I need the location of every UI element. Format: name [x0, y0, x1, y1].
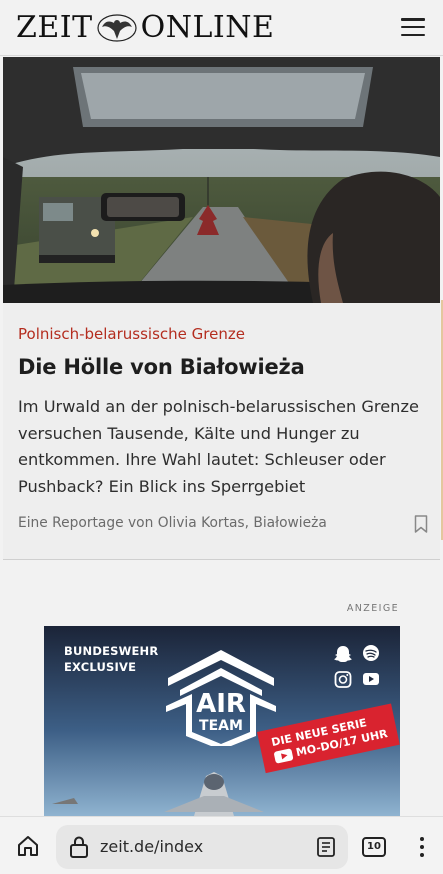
lock-icon[interactable]	[69, 836, 89, 858]
article-hero-image[interactable]	[3, 57, 440, 303]
youtube-play-icon	[273, 748, 294, 764]
tabs-icon[interactable]: 10	[362, 837, 386, 857]
url-text[interactable]: zeit.de/index	[100, 837, 203, 856]
ad-brand: BUNDESWEHR EXCLUSIVE	[64, 643, 158, 675]
logo-word-online: ONLINE	[140, 10, 275, 45]
address-bar[interactable]: zeit.de/index	[56, 825, 348, 869]
ad-brand-line1: BUNDESWEHR	[64, 644, 159, 658]
advertisement-banner[interactable]: BUNDESWEHR EXCLUSIVE AIR TEAM DIE NEUE S…	[44, 626, 400, 816]
instagram-icon	[334, 671, 352, 688]
eagle-emblem-icon	[97, 14, 137, 42]
youtube-icon	[363, 673, 379, 685]
ad-social-icons	[334, 645, 379, 688]
article-teaser-text[interactable]: Im Urwald an der polnisch-belarussischen…	[18, 394, 423, 500]
article-kicker[interactable]: Polnisch-belarussische Grenze	[18, 325, 245, 343]
bookmark-icon[interactable]	[414, 515, 428, 533]
zeit-online-logo[interactable]: ZEIT ONLINE	[16, 10, 274, 46]
ad-label: ANZEIGE	[346, 603, 399, 614]
ad-emblem-bottom: TEAM	[199, 718, 243, 734]
reader-mode-icon[interactable]	[316, 836, 336, 858]
browser-toolbar: zeit.de/index 10	[0, 816, 443, 874]
snapchat-icon	[334, 646, 352, 662]
article-headline[interactable]: Die Hölle von Białowieża	[18, 355, 305, 379]
article-teaser-card[interactable]: Polnisch-belarussische Grenze Die Hölle …	[3, 57, 440, 560]
ad-emblem-top: AIR	[196, 689, 246, 719]
hamburger-menu-icon[interactable]	[401, 16, 425, 38]
home-icon[interactable]	[16, 834, 40, 858]
ad-brand-line2: EXCLUSIVE	[64, 660, 137, 674]
spotify-icon	[363, 645, 379, 661]
site-header: ZEIT ONLINE	[0, 0, 443, 56]
logo-word-zeit: ZEIT	[16, 10, 93, 45]
more-menu-icon[interactable]	[414, 835, 430, 859]
article-byline: Eine Reportage von Olivia Kortas, Białow…	[18, 515, 327, 531]
